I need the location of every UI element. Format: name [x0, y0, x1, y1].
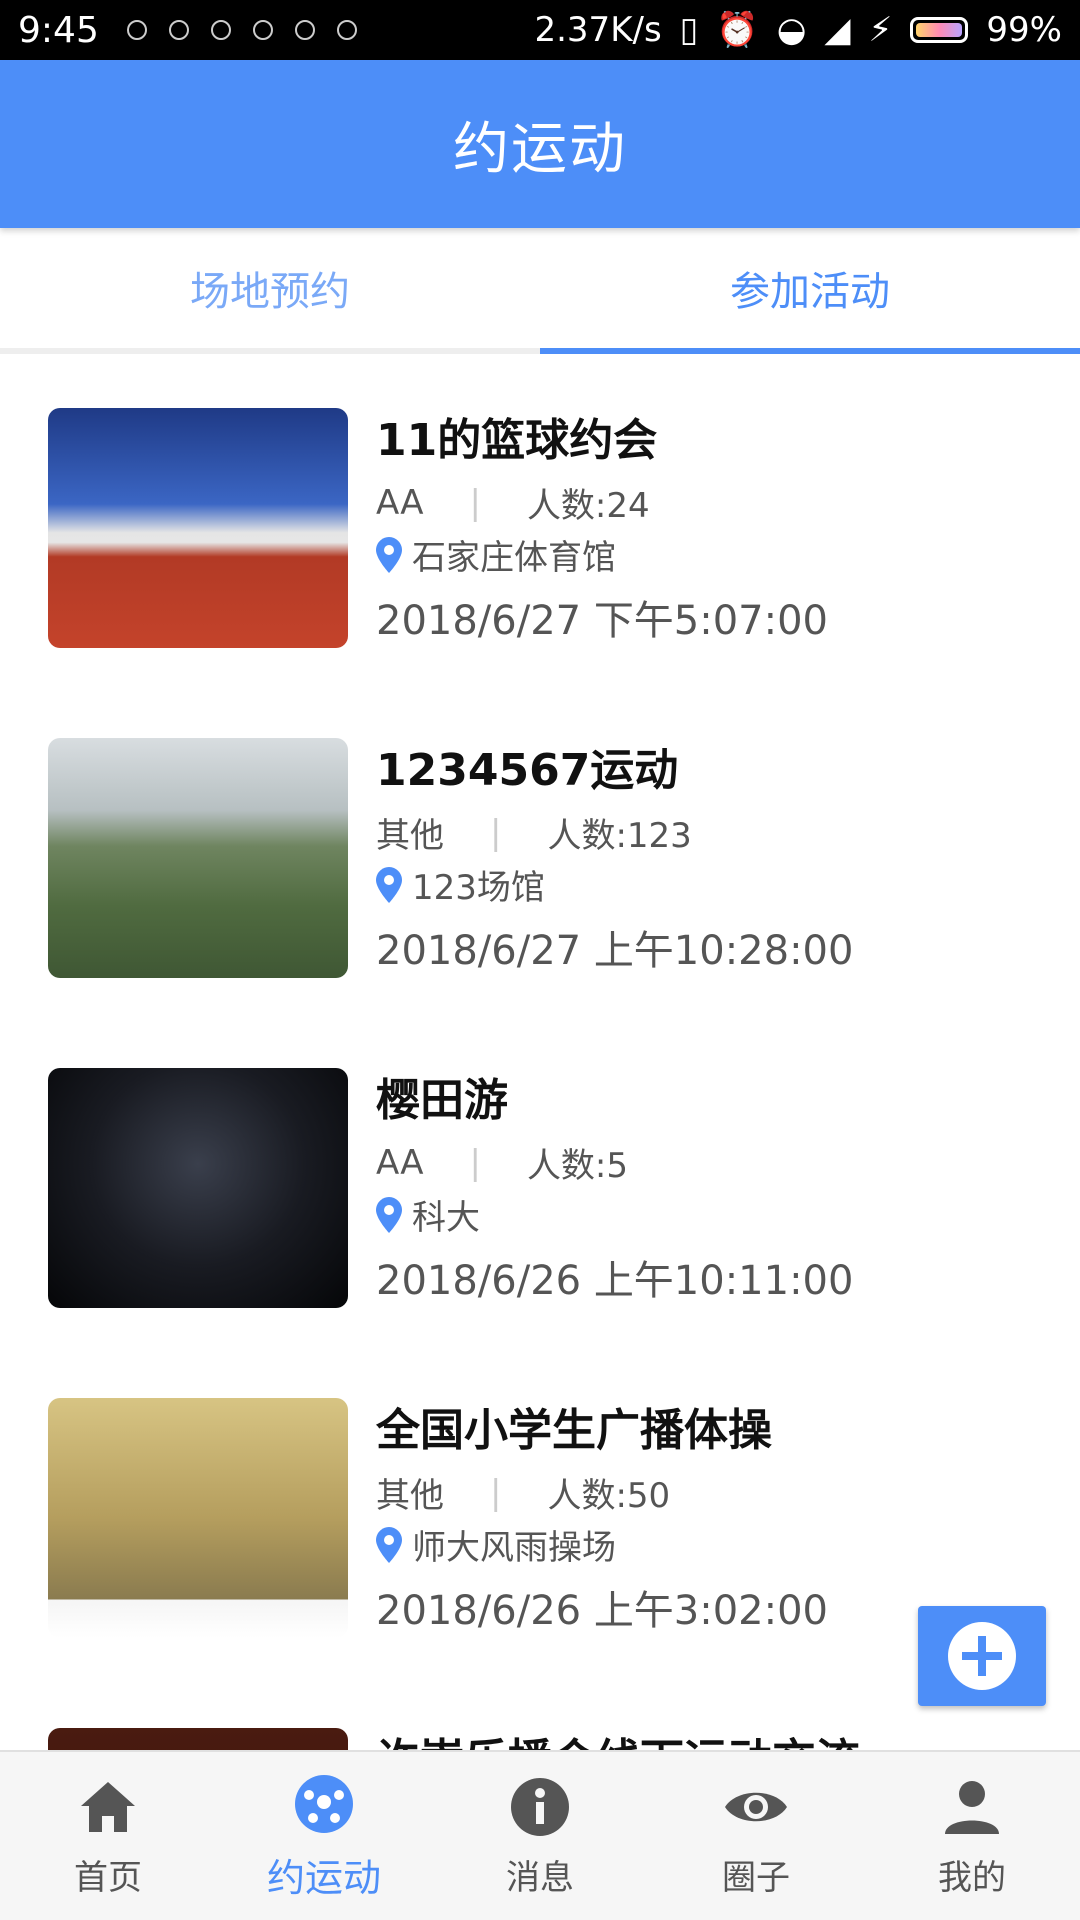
event-type: 其他: [376, 1476, 444, 1516]
status-bar: 9:45 2.37K/s ▯ ⏰ ◒ ◢ ⚡ 99%: [0, 0, 1080, 60]
divider: |: [490, 1472, 502, 1513]
location-pin-icon: [376, 1196, 402, 1233]
battery-icon: [910, 17, 969, 43]
event-location: 科大: [376, 1190, 480, 1239]
nav-item-circle[interactable]: 圈子: [648, 1752, 864, 1920]
notification-icon: [126, 20, 147, 40]
nav-item-sports[interactable]: 约运动: [216, 1752, 432, 1920]
home-icon: [81, 1781, 135, 1832]
location-label: 师大风雨操场: [412, 1528, 616, 1568]
tab-join-activity[interactable]: 参加活动: [540, 228, 1080, 354]
page-title: 约运动: [453, 116, 627, 182]
info-icon: [511, 1777, 569, 1836]
event-people: 人数:5: [526, 1146, 629, 1186]
event-type: AA: [376, 482, 424, 523]
location-pin-icon: [376, 536, 402, 573]
event-list: 11的篮球约会 AA | 人数:24 石家庄体育馆 2018/6/27 下午5:…: [0, 354, 1080, 1750]
event-location: 石家庄体育馆: [376, 530, 616, 579]
divider: |: [469, 482, 481, 523]
notification-icon: [168, 20, 189, 40]
divider: |: [469, 1142, 481, 1183]
notification-icon: [336, 20, 357, 40]
event-datetime: 2018/6/26 上午3:02:00: [376, 1588, 829, 1634]
app-header: 约运动: [0, 60, 1080, 228]
notification-icons: [126, 20, 357, 40]
tab-bar: 场地预约 参加活动: [0, 228, 1080, 354]
event-title: 全国小学生广播体操: [376, 1405, 772, 1456]
person-icon: [945, 1780, 999, 1834]
signal-icon: ◢: [824, 10, 851, 50]
nav-item-messages[interactable]: 消息: [432, 1752, 648, 1920]
event-datetime: 2018/6/26 上午10:11:00: [376, 1258, 854, 1304]
nav-label: 首页: [74, 1857, 142, 1898]
event-location: 师大风雨操场: [376, 1520, 616, 1569]
event-datetime: 2018/6/27 下午5:07:00: [376, 598, 829, 644]
network-speed: 2.37K/s: [534, 10, 662, 50]
bottom-nav: 首页 约运动 消息 圈子 我的: [0, 1750, 1080, 1920]
event-title: 11的篮球约会: [376, 415, 658, 466]
alarm-icon: ⏰: [716, 10, 759, 50]
notification-icon: [294, 20, 315, 40]
location-label: 123场馆: [412, 868, 545, 908]
event-location: 123场馆: [376, 860, 545, 909]
tab-venue-booking[interactable]: 场地预约: [0, 228, 540, 348]
list-item[interactable]: 1234567运动 其他 | 人数:123 123场馆 2018/6/27 上午…: [0, 684, 1080, 1014]
event-type: 其他: [376, 816, 444, 856]
event-title: 樱田游: [376, 1075, 508, 1126]
eye-icon: [725, 1792, 787, 1821]
event-title: 许嵩乐播会线下运动交流: [376, 1724, 860, 1750]
event-thumbnail: [48, 408, 348, 648]
add-icon: [948, 1622, 1016, 1690]
soccer-ball-icon: [295, 1774, 353, 1833]
nav-label: 圈子: [722, 1857, 790, 1898]
location-label: 科大: [412, 1198, 480, 1238]
vibrate-icon: ▯: [679, 10, 699, 50]
event-meta: AA | 人数:5: [376, 1138, 628, 1187]
divider: |: [490, 812, 502, 853]
event-thumbnail: [48, 1068, 348, 1308]
charging-icon: ⚡: [868, 10, 893, 50]
event-meta: 其他 | 人数:50: [376, 1468, 670, 1517]
nav-item-profile[interactable]: 我的: [864, 1752, 1080, 1920]
nav-label: 消息: [506, 1857, 574, 1898]
nav-label: 我的: [938, 1857, 1006, 1898]
location-label: 石家庄体育馆: [412, 538, 616, 578]
add-event-button[interactable]: [918, 1606, 1046, 1706]
event-people: 人数:24: [526, 486, 650, 526]
event-people: 人数:50: [547, 1476, 671, 1516]
location-pin-icon: [376, 866, 402, 903]
event-thumbnail: [48, 738, 348, 978]
event-title: 1234567运动: [376, 745, 679, 796]
event-meta: 其他 | 人数:123: [376, 808, 692, 857]
notification-icon: [210, 20, 231, 40]
event-meta: AA | 人数:24: [376, 478, 650, 527]
list-item[interactable]: 11的篮球约会 AA | 人数:24 石家庄体育馆 2018/6/27 下午5:…: [0, 354, 1080, 684]
status-time: 9:45: [18, 9, 99, 51]
event-thumbnail: [48, 1398, 348, 1638]
list-item[interactable]: 樱田游 AA | 人数:5 科大 2018/6/26 上午10:11:00: [0, 1014, 1080, 1344]
nav-item-home[interactable]: 首页: [0, 1752, 216, 1920]
wifi-icon: ◒: [776, 10, 807, 50]
location-pin-icon: [376, 1526, 402, 1563]
event-thumbnail: [48, 1728, 348, 1750]
notification-icon: [252, 20, 273, 40]
event-type: AA: [376, 1142, 424, 1183]
nav-label: 约运动: [266, 1855, 381, 1900]
battery-percent: 99%: [986, 10, 1062, 50]
event-people: 人数:123: [547, 816, 692, 856]
event-datetime: 2018/6/27 上午10:28:00: [376, 928, 854, 974]
